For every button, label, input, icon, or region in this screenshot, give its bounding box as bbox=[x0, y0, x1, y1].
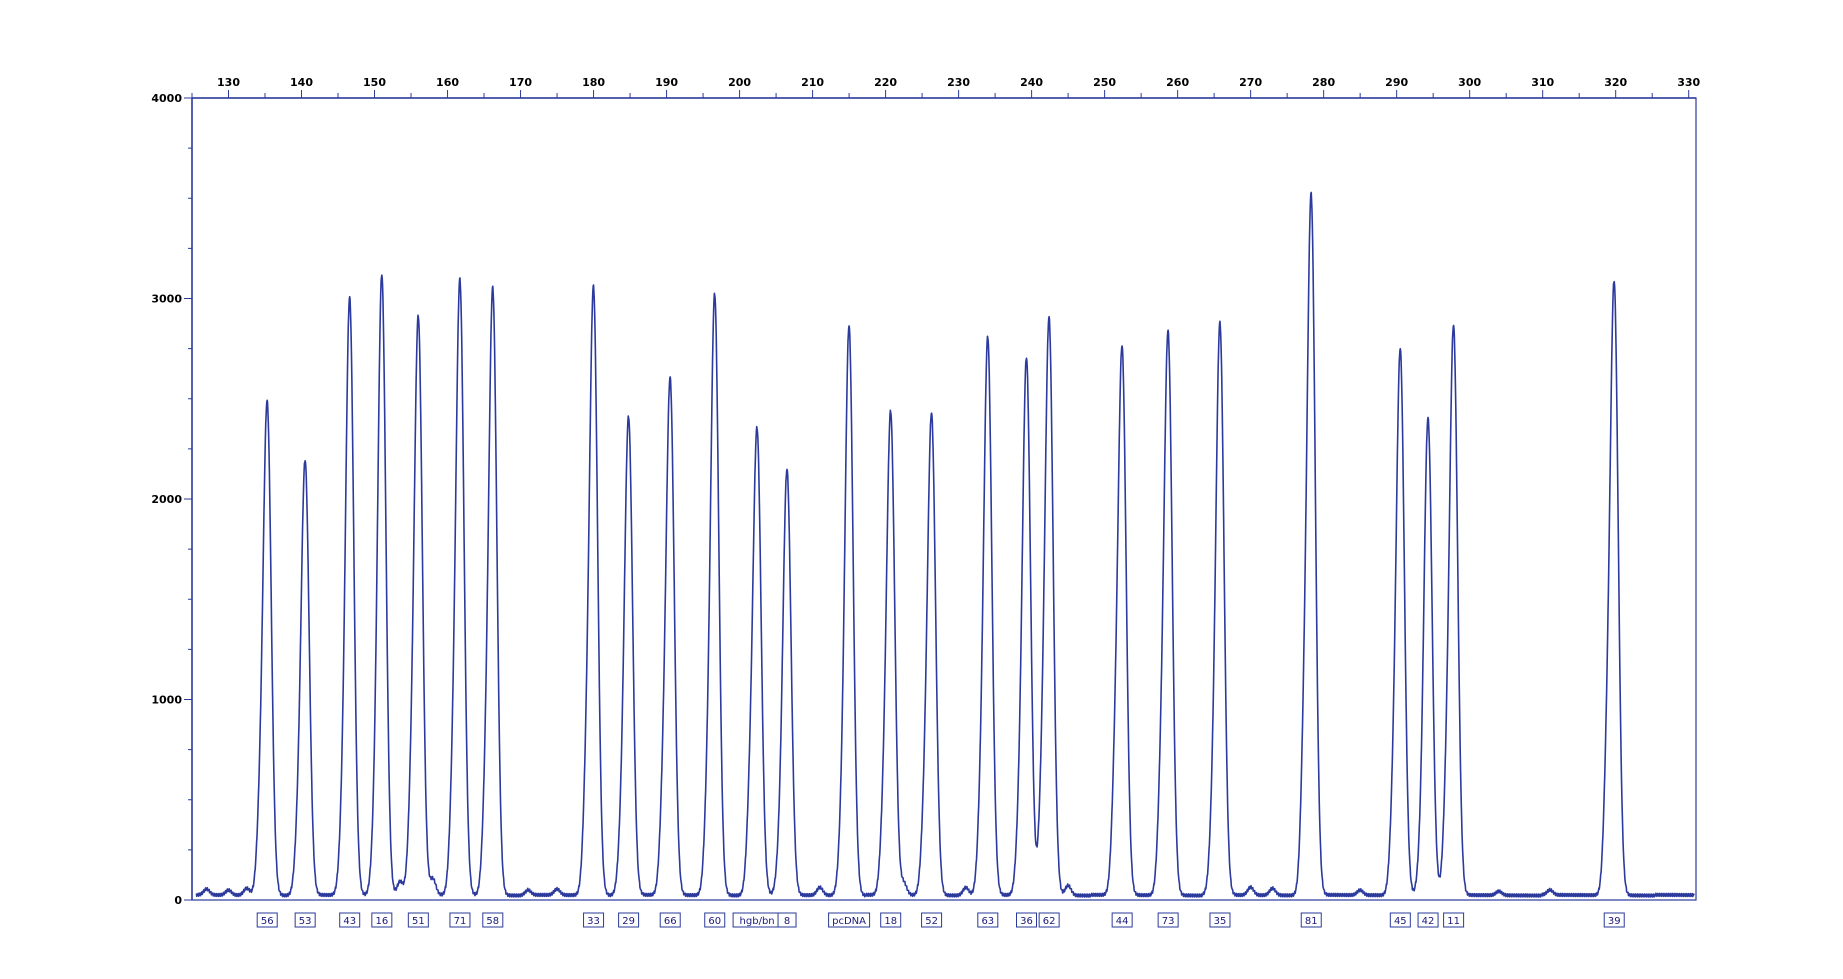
peak-label: 33 bbox=[583, 912, 605, 928]
peak-label-text: 11 bbox=[1447, 916, 1460, 927]
peak-label: hgb/bn bbox=[732, 912, 782, 928]
peak-label: 8 bbox=[777, 912, 797, 928]
peak-label-text: 81 bbox=[1305, 916, 1318, 927]
peak-label: 44 bbox=[1111, 912, 1133, 928]
x-tick-label: 310 bbox=[1531, 76, 1554, 89]
x-tick-label: 210 bbox=[801, 76, 824, 89]
peak-label: 60 bbox=[704, 912, 726, 928]
peak-label: 51 bbox=[407, 912, 429, 928]
peak-label: 18 bbox=[880, 912, 902, 928]
peak-label-text: hgb/bn bbox=[740, 916, 775, 927]
peak-label: 66 bbox=[659, 912, 681, 928]
peak-label-text: 66 bbox=[664, 916, 677, 927]
peak-label-text: 36 bbox=[1020, 916, 1033, 927]
peak-label: 45 bbox=[1389, 912, 1411, 928]
peak-label: 16 bbox=[371, 912, 393, 928]
peak-label: 39 bbox=[1603, 912, 1625, 928]
peak-label-text: 53 bbox=[299, 916, 312, 927]
peak-label: 62 bbox=[1038, 912, 1060, 928]
peak-label: 63 bbox=[977, 912, 999, 928]
peak-label-text: 73 bbox=[1162, 916, 1175, 927]
x-tick-label: 140 bbox=[290, 76, 313, 89]
peak-label: 52 bbox=[921, 912, 943, 928]
peak-label-text: 62 bbox=[1043, 916, 1056, 927]
x-tick-label: 250 bbox=[1093, 76, 1116, 89]
x-tick-label: 190 bbox=[655, 76, 678, 89]
peak-label-text: 56 bbox=[261, 916, 274, 927]
y-tick-label: 4000 bbox=[151, 92, 182, 105]
peak-label: 58 bbox=[482, 912, 504, 928]
peak-label-text: 33 bbox=[587, 916, 600, 927]
peak-label-text: 71 bbox=[454, 916, 467, 927]
x-tick-label: 170 bbox=[509, 76, 532, 89]
x-tick-label: 180 bbox=[582, 76, 605, 89]
peak-label-text: 39 bbox=[1608, 916, 1621, 927]
y-axis-ticks: 0 1000 2000 3000 4000 bbox=[151, 92, 192, 907]
x-tick-label: 220 bbox=[874, 76, 897, 89]
peak-label: 35 bbox=[1209, 912, 1231, 928]
peak-label: 29 bbox=[618, 912, 640, 928]
peak-label-text: 18 bbox=[884, 916, 897, 927]
x-tick-label: 300 bbox=[1458, 76, 1481, 89]
x-tick-label: 230 bbox=[947, 76, 970, 89]
peak-label-text: 58 bbox=[486, 916, 499, 927]
peak-label-text: 35 bbox=[1214, 916, 1227, 927]
x-tick-label: 270 bbox=[1239, 76, 1262, 89]
x-tick-label: 240 bbox=[1020, 76, 1043, 89]
electropherogram-chart: 130 140 150 160 170 180 190 200 210 220 230 240 250 2… bbox=[151, 76, 1701, 928]
peak-label-text: 8 bbox=[784, 916, 790, 927]
peak-label-text: 52 bbox=[925, 916, 938, 927]
peak-label-text: 16 bbox=[375, 916, 388, 927]
x-tick-label: 130 bbox=[217, 76, 240, 89]
peak-label: 36 bbox=[1016, 912, 1038, 928]
x-tick-label: 260 bbox=[1166, 76, 1189, 89]
plot-area-frame bbox=[191, 97, 1697, 901]
peak-label: 43 bbox=[339, 912, 361, 928]
peak-label-text: 51 bbox=[412, 916, 425, 927]
peak-label-text: 44 bbox=[1116, 916, 1129, 927]
x-axis-ticks: 130 140 150 160 170 180 190 200 210 220 230 240 250 2… bbox=[191, 76, 1701, 98]
y-tick-label: 0 bbox=[174, 894, 182, 907]
signal-trace bbox=[195, 191, 1695, 898]
peak-label: 73 bbox=[1157, 912, 1179, 928]
x-tick-label: 330 bbox=[1677, 76, 1700, 89]
y-tick-label: 2000 bbox=[151, 493, 182, 506]
x-tick-label: 200 bbox=[728, 76, 751, 89]
x-tick-label: 280 bbox=[1312, 76, 1335, 89]
peak-label-text: 29 bbox=[622, 916, 635, 927]
peak-label-text: 42 bbox=[1422, 916, 1435, 927]
y-tick-label: 1000 bbox=[151, 694, 182, 707]
peak-label-text: 63 bbox=[981, 916, 994, 927]
peak-label: pcDNA bbox=[828, 912, 871, 928]
peak-label: 11 bbox=[1443, 912, 1465, 928]
x-tick-label: 290 bbox=[1385, 76, 1408, 89]
peak-label-text: 43 bbox=[343, 916, 356, 927]
x-tick-label: 320 bbox=[1604, 76, 1627, 89]
y-tick-label: 3000 bbox=[151, 293, 182, 306]
peak-label-text: 60 bbox=[708, 916, 721, 927]
peak-label: 53 bbox=[294, 912, 316, 928]
peak-label-text: pcDNA bbox=[832, 916, 866, 927]
peak-label: 42 bbox=[1417, 912, 1439, 928]
x-tick-label: 160 bbox=[436, 76, 459, 89]
peak-label: 71 bbox=[449, 912, 471, 928]
x-tick-label: 150 bbox=[363, 76, 386, 89]
peak-label: 56 bbox=[256, 912, 278, 928]
peak-label: 81 bbox=[1300, 912, 1322, 928]
peak-label-text: 45 bbox=[1394, 916, 1407, 927]
